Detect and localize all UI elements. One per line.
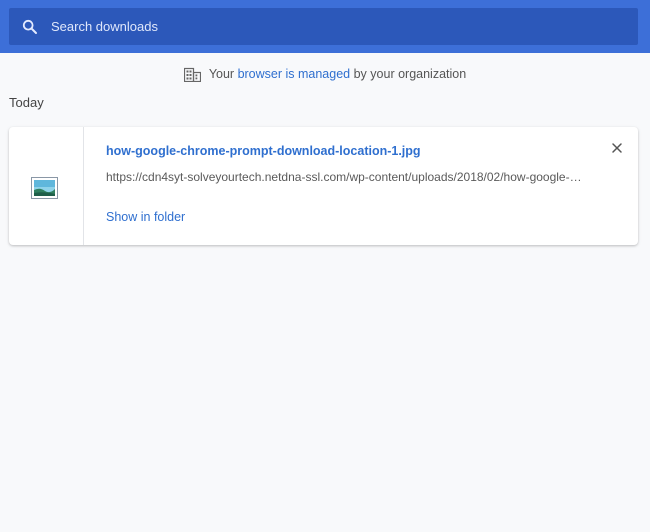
download-item: how-google-chrome-prompt-download-locati… — [9, 127, 638, 245]
file-name-link[interactable]: how-google-chrome-prompt-download-locati… — [106, 144, 421, 158]
date-heading: Today — [9, 95, 44, 110]
image-file-icon — [31, 177, 58, 199]
search-icon[interactable] — [22, 19, 38, 35]
managed-notice-link[interactable]: browser is managed — [238, 67, 351, 81]
search-input[interactable] — [51, 11, 638, 42]
managed-notice: Your browser is managed by your organiza… — [0, 64, 650, 84]
show-in-folder-link[interactable]: Show in folder — [106, 210, 185, 224]
file-icon-column — [9, 127, 84, 245]
search-field[interactable] — [9, 8, 638, 45]
managed-notice-prefix: Your — [208, 67, 235, 81]
managed-notice-suffix: by your organization — [353, 67, 467, 81]
close-icon[interactable] — [610, 141, 624, 155]
file-url: https://cdn4syt-solveyourtech.netdna-ssl… — [106, 170, 586, 184]
toolbar — [0, 0, 650, 53]
building-icon — [183, 67, 201, 82]
